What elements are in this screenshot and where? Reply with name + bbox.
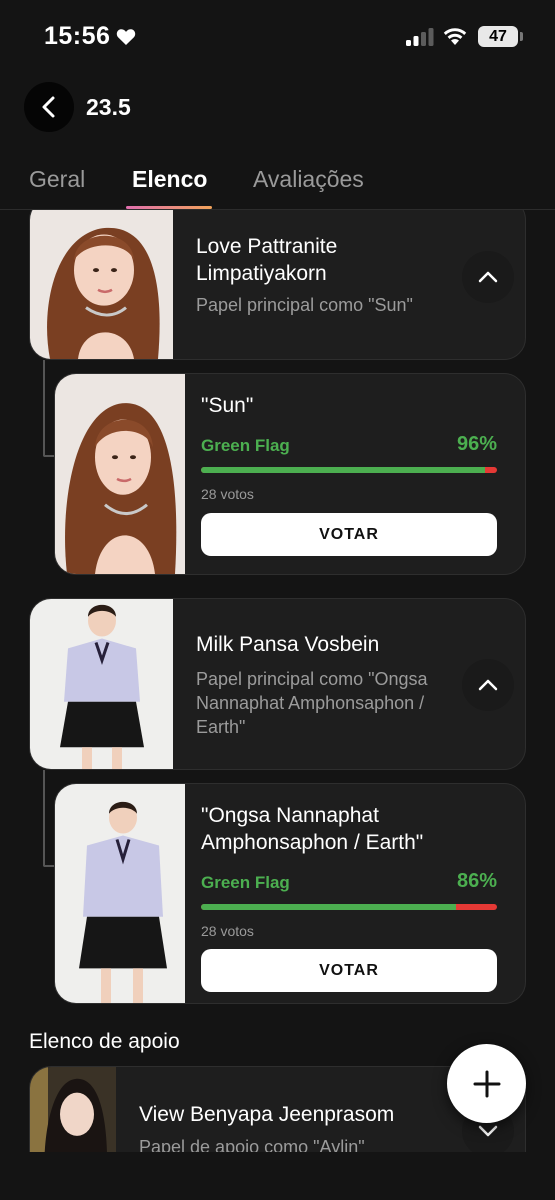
green-flag-label: Green Flag: [201, 436, 290, 455]
actor-name: Love Pattranite Limpatiyakorn: [196, 235, 338, 285]
actor-card[interactable]: Milk Pansa Vosbein Papel principal como …: [29, 598, 526, 770]
character-name: "Sun": [201, 394, 254, 417]
chevron-left-icon: [42, 96, 55, 118]
vote-button[interactable]: VOTAR: [201, 513, 497, 556]
collapse-button[interactable]: [462, 251, 514, 303]
wifi-icon: [443, 28, 467, 45]
collapse-button[interactable]: [462, 659, 514, 711]
actor-name: View Benyapa Jeenprasom: [139, 1103, 395, 1126]
vote-progress-fill: [201, 904, 456, 910]
active-tab-indicator: [126, 206, 212, 209]
actor-role: Papel principal como "Ongsa Nannaphat Am…: [196, 669, 428, 737]
status-time: 15:56: [44, 22, 111, 50]
add-button[interactable]: [447, 1044, 526, 1123]
actor-card[interactable]: Love Pattranite Limpatiyakorn Papel prin…: [29, 210, 526, 360]
heart-icon: [116, 29, 136, 45]
character-name: "Ongsa Nannaphat Amphonsaphon / Earth": [201, 804, 424, 854]
character-card: "Sun" Green Flag 96% 28 votos VOTAR: [54, 373, 526, 575]
tab-bar: Geral Elenco Avaliações: [0, 150, 555, 210]
green-flag-percent: 86%: [456, 870, 497, 892]
cellular-signal-icon: [406, 28, 434, 46]
page-title: 23.5: [86, 94, 131, 120]
actor-photo: [30, 1067, 116, 1152]
status-bar: 15:56 47: [0, 0, 555, 70]
votes-count: 28 votos: [201, 923, 254, 939]
vote-button[interactable]: VOTAR: [201, 949, 497, 992]
green-flag-percent: 96%: [456, 433, 497, 455]
character-photo: [55, 374, 185, 574]
tab-avaliacoes[interactable]: Avaliações: [253, 166, 364, 193]
tab-elenco[interactable]: Elenco: [132, 166, 207, 193]
section-title-supporting: Elenco de apoio: [29, 1030, 180, 1053]
chevron-down-icon: [478, 1125, 498, 1137]
cast-list[interactable]: Love Pattranite Limpatiyakorn Papel prin…: [0, 210, 555, 1152]
tab-geral[interactable]: Geral: [29, 166, 85, 193]
vote-progress-fill: [201, 467, 486, 473]
battery-indicator: 47: [478, 26, 518, 47]
actor-photo: [30, 210, 173, 359]
chevron-up-icon: [478, 271, 498, 283]
character-card: "Ongsa Nannaphat Amphonsaphon / Earth" G…: [54, 783, 526, 1004]
back-button[interactable]: [24, 82, 74, 132]
vote-progress-bar: [201, 904, 497, 910]
plus-icon: [473, 1070, 500, 1097]
green-flag-label: Green Flag: [201, 873, 290, 892]
actor-name: Milk Pansa Vosbein: [196, 633, 380, 656]
character-photo: [55, 784, 185, 1003]
chevron-up-icon: [478, 679, 498, 691]
actor-photo: [30, 599, 173, 769]
actor-role: Papel principal como "Sun": [196, 295, 413, 315]
battery-tip: [520, 32, 523, 41]
actor-role: Papel de apoio como "Aylin": [139, 1137, 365, 1152]
vote-progress-bar: [201, 467, 497, 473]
votes-count: 28 votos: [201, 486, 254, 502]
